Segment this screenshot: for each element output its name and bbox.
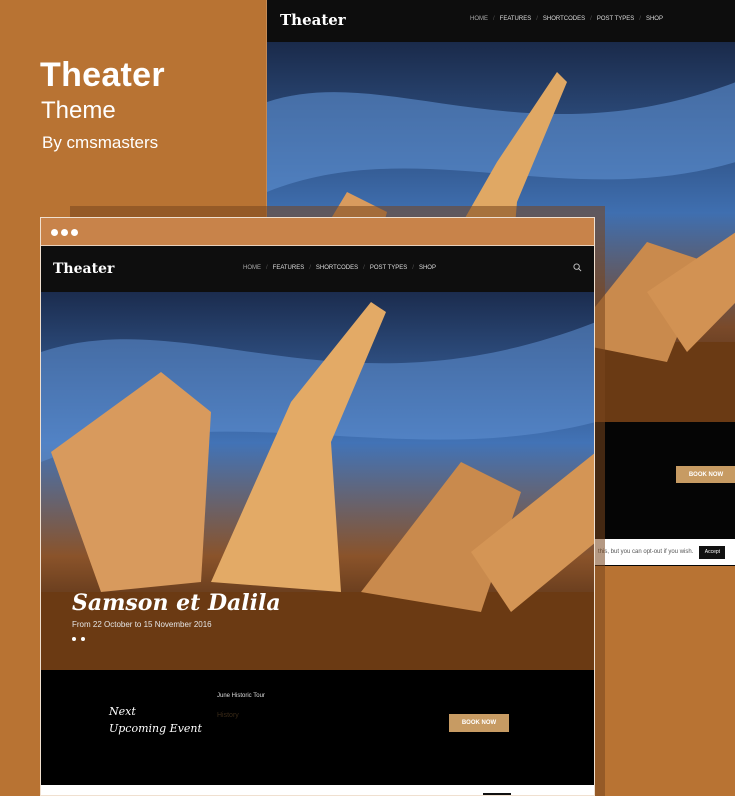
event-title[interactable]: June Historic Tour [217,693,265,699]
back-menu-home[interactable]: HOME [470,16,488,22]
menu-separator: / [412,265,414,271]
promo-title: Theater [40,56,165,94]
back-main-menu: HOME / FEATURES / SHORTCODES / POST TYPE… [470,16,663,22]
menu-features[interactable]: FEATURES [273,265,305,271]
menu-separator: / [363,265,365,271]
event-heading-line2: Upcoming Event [109,722,202,735]
menu-separator: / [266,265,268,271]
menu-home[interactable]: HOME [243,265,261,271]
window-dot-icon [71,229,78,236]
promo-author: By cmsmasters [42,133,159,152]
cookie-banner: this, but you can opt-out if you wish. A… [592,539,735,565]
event-heading-line1: Next [109,705,136,718]
back-menu-features[interactable]: FEATURES [500,16,532,22]
back-menu-shop[interactable]: SHOP [646,16,663,22]
hero-date: From 22 October to 15 November 2016 [72,620,212,629]
menu-shop[interactable]: SHOP [419,265,436,271]
site-logo[interactable]: Theater [53,261,114,277]
slider-dot[interactable] [72,637,76,641]
slider-dot[interactable] [81,637,85,641]
book-now-button[interactable]: BOOK NOW [449,714,509,732]
cookie-accept-button[interactable]: Accept [699,545,726,559]
slider-pagination [72,637,85,641]
menu-separator: / [493,16,495,22]
event-category: History [217,712,239,719]
promo-subtitle: Theme [41,97,116,124]
menu-post-types[interactable]: POST TYPES [370,265,407,271]
back-menu-shortcodes[interactable]: SHORTCODES [543,16,585,22]
upcoming-event-section: Next Upcoming Event June Historic Tour H… [41,670,594,785]
window-dot-icon [61,229,68,236]
hero-title: Samson et Dalila [72,590,281,616]
search-icon[interactable] [573,263,582,272]
window-dot-icon [51,229,58,236]
main-menu: HOME / FEATURES / SHORTCODES / POST TYPE… [243,265,436,271]
menu-separator: / [309,265,311,271]
browser-window: Theater HOME / FEATURES / SHORTCODES / P… [40,217,595,796]
back-book-now-button[interactable]: BOOK NOW [676,466,735,483]
back-navbar: Theater HOME / FEATURES / SHORTCODES / P… [267,0,735,42]
browser-titlebar [41,218,594,246]
next-section-strip [41,785,594,795]
menu-separator: / [639,16,641,22]
cookie-text: this, but you can opt-out if you wish. [598,549,694,555]
menu-separator: / [590,16,592,22]
back-site-logo[interactable]: Theater [280,11,346,29]
back-menu-post-types[interactable]: POST TYPES [597,16,634,22]
site-navbar: Theater HOME / FEATURES / SHORTCODES / P… [41,246,594,292]
menu-separator: / [536,16,538,22]
menu-shortcodes[interactable]: SHORTCODES [316,265,358,271]
